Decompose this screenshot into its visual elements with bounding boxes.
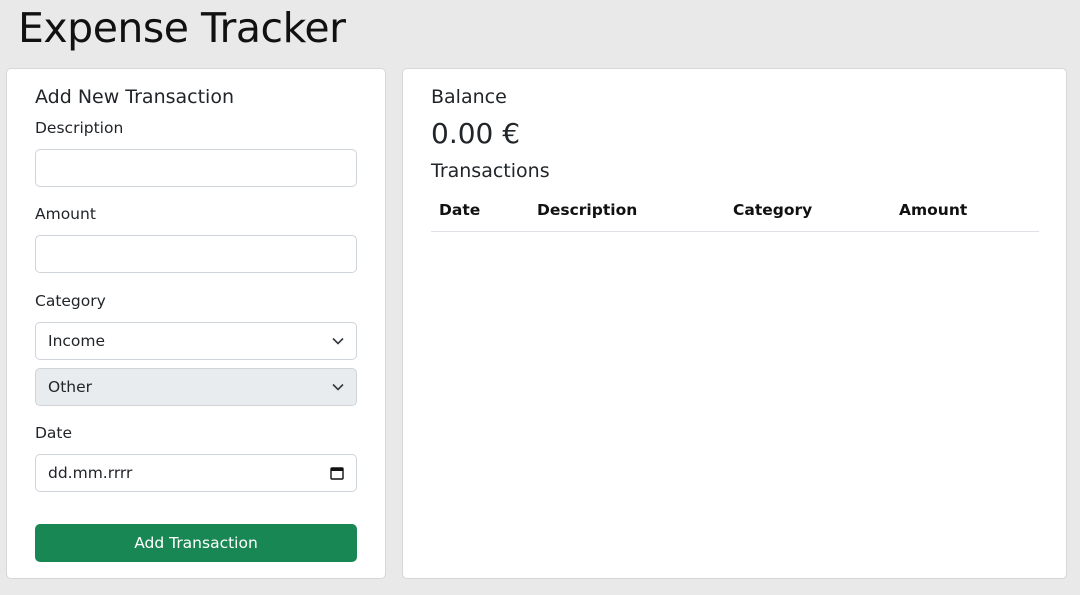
balance-card: Balance 0.00 € Transactions Date Descrip… [402, 68, 1067, 579]
subcategory-value: Other [48, 378, 93, 396]
date-input[interactable]: dd.mm.rrrr [35, 454, 357, 492]
balance-amount: 0.00 € [431, 117, 521, 150]
date-label: Date [35, 424, 73, 442]
description-label: Description [35, 119, 124, 137]
description-input[interactable] [35, 149, 357, 187]
balance-title: Balance [431, 86, 507, 108]
table-header-row: Date Description Category Amount [431, 187, 1039, 232]
amount-input[interactable] [35, 235, 357, 273]
transaction-type-value: Income [48, 332, 106, 350]
calendar-icon[interactable] [330, 466, 344, 480]
add-transaction-card: Add New Transaction Description Amount C… [6, 68, 386, 579]
date-placeholder: dd.mm.rrrr [48, 464, 133, 482]
column-header-date: Date [431, 187, 529, 232]
transaction-type-select[interactable]: Income [35, 322, 357, 360]
app-title: Expense Tracker [18, 4, 346, 52]
amount-label: Amount [35, 205, 96, 223]
category-label: Category [35, 292, 106, 310]
chevron-down-icon [332, 383, 344, 391]
chevron-down-icon [332, 337, 344, 345]
column-header-category: Category [725, 187, 891, 232]
subcategory-select[interactable]: Other [35, 368, 357, 406]
column-header-amount: Amount [891, 187, 1039, 232]
column-header-description: Description [529, 187, 725, 232]
form-title: Add New Transaction [35, 86, 234, 108]
transactions-table: Date Description Category Amount [431, 187, 1039, 232]
add-transaction-button[interactable]: Add Transaction [35, 524, 357, 562]
transactions-title: Transactions [431, 160, 550, 182]
